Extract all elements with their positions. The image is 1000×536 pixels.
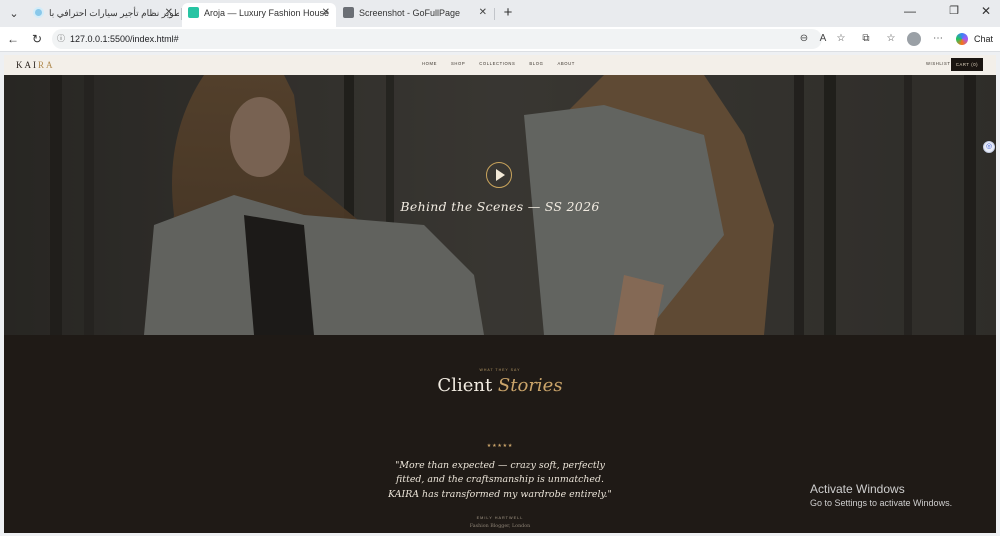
activate-title: Activate Windows (810, 482, 905, 496)
favorites-icon[interactable]: ☆ (884, 32, 898, 46)
avatar[interactable] (907, 32, 921, 46)
more-icon[interactable]: ⋯ (931, 32, 945, 46)
tab-favicon-icon (33, 7, 44, 18)
close-window-icon[interactable]: ✕ (977, 4, 995, 18)
zoom-icon[interactable]: ⊖ (797, 32, 811, 46)
info-icon[interactable]: ⓘ (57, 34, 66, 43)
new-tab-button[interactable]: + (499, 4, 517, 22)
tab-title: تطوير نظام تأجير سيارات احترافي با... (49, 8, 179, 18)
copilot-icon (956, 33, 968, 45)
close-icon[interactable]: ✕ (479, 3, 487, 23)
testimonial-role: Fashion Blogger, London (469, 524, 531, 529)
star-icon[interactable]: ☆ (834, 32, 848, 46)
nav-shop[interactable]: SHOP (451, 61, 465, 66)
page-viewport: KAIRA HOME SHOP COLLECTIONS BLOG ABOUT W… (4, 55, 996, 533)
chevron-down-icon[interactable]: ⌄ (6, 6, 22, 22)
title-accent: Stories (497, 375, 563, 396)
cart-button[interactable]: CART (0) (951, 58, 983, 71)
nav-home[interactable]: HOME (422, 61, 437, 66)
tab-divider (494, 8, 495, 20)
close-icon[interactable]: ✕ (165, 3, 173, 23)
wishlist-link[interactable]: WISHLIST (926, 61, 951, 66)
minimize-icon[interactable]: — (901, 4, 919, 18)
play-icon (496, 169, 505, 181)
tab-gofullpage[interactable]: Screenshot - GoFullPage ✕ (337, 3, 493, 27)
activate-subtitle: Go to Settings to activate Windows. (810, 498, 953, 508)
read-aloud-icon[interactable]: A (816, 32, 830, 46)
reload-icon[interactable]: ↻ (29, 31, 45, 47)
tab-car-rental[interactable]: تطوير نظام تأجير سيارات احترافي با... ✕ (27, 3, 179, 27)
camera-icon (343, 7, 354, 18)
url-text: 127.0.0.1:5500/index.html# (70, 34, 179, 44)
sidebar-assistant-icon[interactable]: ◎ (983, 141, 995, 153)
tab-aroja[interactable]: Aroja — Luxury Fashion House ✕ (182, 3, 336, 27)
browser-tab-strip: ⌄ تطوير نظام تأجير سيارات احترافي با... … (0, 0, 1000, 27)
play-video-button[interactable] (486, 162, 512, 188)
back-arrow-icon[interactable]: ← (5, 31, 21, 47)
site-header: KAIRA HOME SHOP COLLECTIONS BLOG ABOUT W… (4, 55, 996, 75)
tab-favicon-icon (188, 7, 199, 18)
hero-caption: Behind the Scenes — SS 2026 (400, 199, 600, 214)
nav-blog[interactable]: BLOG (529, 61, 543, 66)
browser-toolbar: ← ↻ ⓘ 127.0.0.1:5500/index.html# ⊖ A ☆ ⧉… (0, 27, 1000, 52)
tab-title: Aroja — Luxury Fashion House (204, 8, 330, 18)
rating-stars: ★★★★★ (486, 443, 514, 449)
copilot-chat-button[interactable]: Chat (952, 30, 996, 48)
section-eyebrow: WHAT THEY SAY (479, 368, 521, 372)
main-nav: HOME SHOP COLLECTIONS BLOG ABOUT (422, 61, 575, 66)
logo-accent: RA (38, 60, 55, 70)
nav-collections[interactable]: COLLECTIONS (479, 61, 515, 66)
tab-title: Screenshot - GoFullPage (359, 8, 461, 18)
close-icon[interactable]: ✕ (322, 3, 330, 23)
chat-label: Chat (974, 34, 994, 44)
restore-icon[interactable]: ❐ (945, 4, 963, 17)
title-plain: Client (437, 375, 493, 396)
address-bar[interactable]: ⓘ 127.0.0.1:5500/index.html# (52, 29, 822, 49)
section-title: Client Stories (4, 375, 996, 396)
logo-main: KAI (16, 60, 38, 70)
testimonial-author: EMILY HARTWELL (476, 516, 524, 520)
nav-about[interactable]: ABOUT (557, 61, 574, 66)
hero-video[interactable]: Behind the Scenes — SS 2026 (4, 75, 996, 335)
windows-activation-watermark: Activate Windows Go to Settings to activ… (810, 482, 952, 510)
site-logo[interactable]: KAIRA (16, 59, 55, 71)
puzzle-icon[interactable]: ⧉ (859, 32, 873, 46)
testimonial-quote: "More than expected — crazy soft, perfec… (388, 460, 612, 500)
